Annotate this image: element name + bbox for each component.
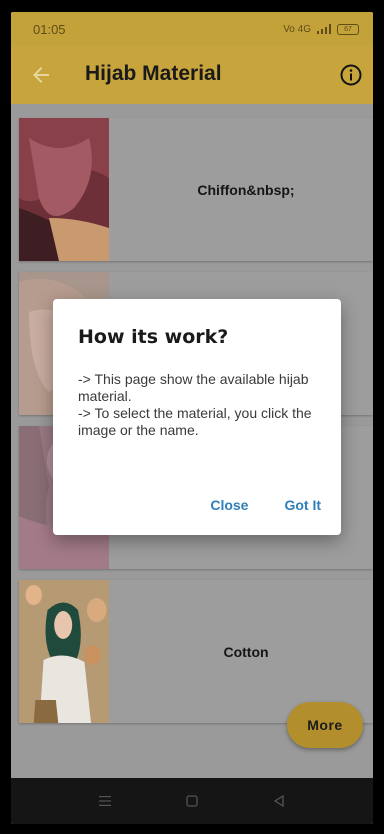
dialog-line: -> This page show the available hijab ma… (78, 371, 309, 404)
info-dialog: How its work? -> This page show the avai… (53, 299, 341, 535)
dialog-title: How its work? (78, 326, 229, 348)
phone-screen: 01:05 Vo 4G 67 Hijab Material Chiffon&nb… (11, 12, 373, 824)
dialog-actions: Close Got It (210, 497, 321, 513)
got-it-button[interactable]: Got It (284, 497, 321, 513)
dialog-line: -> To select the material, you click the… (78, 405, 312, 438)
dialog-body: -> This page show the available hijab ma… (78, 371, 318, 439)
close-button[interactable]: Close (210, 497, 248, 513)
